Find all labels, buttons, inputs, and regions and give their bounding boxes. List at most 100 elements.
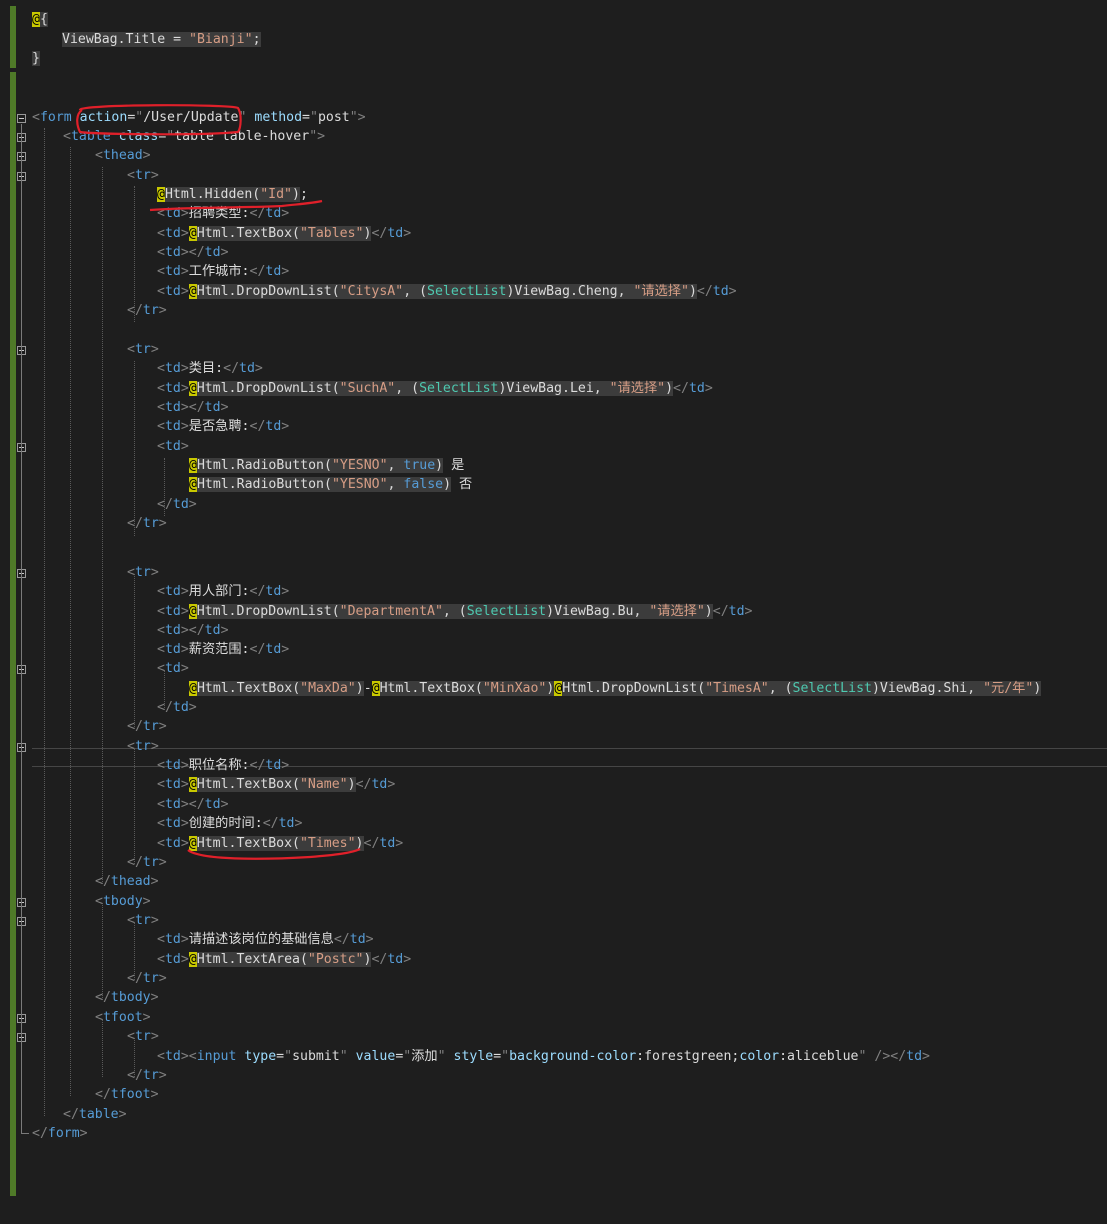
code-line[interactable]: <td></td> xyxy=(157,243,229,262)
indent-guide xyxy=(44,128,45,1116)
code-token: table table-hover xyxy=(174,129,310,144)
code-line[interactable]: <td>请描述该岗位的基础信息</td> xyxy=(157,930,374,949)
code-line[interactable]: </tr> xyxy=(127,969,167,988)
code-line[interactable]: <td>招聘类型:</td> xyxy=(157,204,289,223)
code-token: Html.RadioButton( xyxy=(196,477,332,492)
code-line[interactable]: <tr> xyxy=(127,340,159,359)
code-token: /></ xyxy=(874,1049,907,1064)
code-line[interactable]: <tr> xyxy=(127,737,159,756)
code-line[interactable]: <td>@Html.DropDownList("SuchA", (SelectL… xyxy=(157,379,713,398)
code-line[interactable]: <tr> xyxy=(127,563,159,582)
code-line[interactable]: <td>是否急聘:</td> xyxy=(157,417,289,436)
code-token: > xyxy=(180,264,189,279)
code-line[interactable]: </form> xyxy=(32,1124,88,1143)
code-line[interactable]: @Html.RadioButton("YESNO", true) 是 xyxy=(189,456,464,475)
code-line[interactable]: <tr> xyxy=(127,1027,159,1046)
code-line[interactable]: <td>工作城市:</td> xyxy=(157,262,289,281)
code-line[interactable]: @Html.Hidden("Id"); xyxy=(157,185,308,204)
code-token: color xyxy=(739,1049,780,1064)
code-token: > xyxy=(403,226,412,241)
code-token: td xyxy=(164,758,181,773)
code-token: td xyxy=(164,836,181,851)
code-token: @ xyxy=(188,604,197,619)
code-token: 是 xyxy=(443,458,465,473)
code-editor[interactable]: @{ ViewBag.Title = "Bianji";} <form action… xyxy=(0,0,1107,1224)
code-token: < xyxy=(157,226,165,241)
code-token: </ xyxy=(127,971,143,986)
code-line[interactable]: </tr> xyxy=(127,301,167,320)
code-token: td xyxy=(728,604,745,619)
code-line[interactable]: <td>@Html.TextBox("Times")</td> xyxy=(157,834,403,853)
code-line[interactable]: <td> xyxy=(157,659,189,678)
code-line[interactable]: <td>用人部门:</td> xyxy=(157,582,289,601)
code-line[interactable]: </table> xyxy=(63,1105,127,1124)
code-line[interactable]: <table class="table table-hover"> xyxy=(63,127,325,146)
collapse-region-icon[interactable] xyxy=(17,114,26,123)
code-line[interactable]: </tr> xyxy=(127,853,167,872)
code-token: td xyxy=(906,1049,923,1064)
code-line[interactable]: ViewBag.Title = "Bianji"; xyxy=(62,30,261,49)
code-line[interactable]: <td>创建的时间:</td> xyxy=(157,814,302,833)
code-token: > xyxy=(150,739,159,754)
code-line[interactable]: </tr> xyxy=(127,1066,167,1085)
code-line[interactable]: <td>@Html.DropDownList("CitysA", (Select… xyxy=(157,282,737,301)
code-token: < xyxy=(157,264,165,279)
code-token: </ xyxy=(63,1107,79,1122)
code-line[interactable]: <tfoot> xyxy=(95,1008,151,1027)
code-token: SelectList xyxy=(419,381,499,396)
code-token: < xyxy=(127,168,135,183)
code-line[interactable]: <td>@Html.TextBox("Tables")</td> xyxy=(157,224,411,243)
code-token: td xyxy=(265,264,282,279)
code-token: submit xyxy=(292,1049,340,1064)
code-line[interactable]: <td> xyxy=(157,437,189,456)
code-token: > xyxy=(158,303,167,318)
code-line[interactable]: <td>@Html.TextBox("Name")</td> xyxy=(157,775,395,794)
code-token: input xyxy=(196,1049,237,1064)
code-line[interactable]: @Html.TextBox("MaxDa")-@Html.TextBox("Mi… xyxy=(189,679,1042,698)
code-line[interactable]: @{ xyxy=(32,10,48,29)
code-line[interactable]: <thead> xyxy=(95,146,151,165)
code-token: " xyxy=(284,1049,293,1064)
code-token: ) xyxy=(665,381,674,396)
code-line[interactable]: <td>薪资范围:</td> xyxy=(157,640,289,659)
code-token: Html.TextBox( xyxy=(196,777,300,792)
code-token: td xyxy=(164,642,181,657)
code-token: )ViewBag.Bu, xyxy=(546,604,650,619)
code-token: td xyxy=(164,361,181,376)
code-token: < xyxy=(157,836,165,851)
code-line[interactable]: <td></td> xyxy=(157,398,229,417)
code-line[interactable]: @Html.RadioButton("YESNO", false) 否 xyxy=(189,475,472,494)
code-line[interactable]: <td>职位名称:</td> xyxy=(157,756,289,775)
code-token: background-color xyxy=(509,1049,637,1064)
code-token: > xyxy=(180,419,189,434)
code-line[interactable]: </thead> xyxy=(95,872,159,891)
code-token: 类目: xyxy=(188,361,224,376)
code-line[interactable]: </tbody> xyxy=(95,988,159,1007)
code-line[interactable]: <form action="/User/Update" method="post… xyxy=(32,108,366,127)
code-line[interactable]: <td>@Html.TextArea("Postc")</td> xyxy=(157,950,411,969)
code-line[interactable]: </td> xyxy=(157,698,197,717)
code-line[interactable]: </tfoot> xyxy=(95,1085,159,1104)
code-token: td xyxy=(265,419,282,434)
code-line[interactable]: <tr> xyxy=(127,166,159,185)
code-line[interactable]: </tr> xyxy=(127,717,167,736)
code-line[interactable]: <td></td> xyxy=(157,795,229,814)
code-token: > xyxy=(180,604,189,619)
code-line[interactable]: <td></td> xyxy=(157,621,229,640)
code-line[interactable]: <tbody> xyxy=(95,892,151,911)
code-line[interactable]: } xyxy=(32,49,40,68)
code-token: true xyxy=(403,458,436,473)
code-line[interactable]: <tr> xyxy=(127,911,159,930)
code-token: "请选择" xyxy=(633,284,689,299)
code-line[interactable]: </td> xyxy=(157,495,197,514)
code-line[interactable]: <td>@Html.DropDownList("DepartmentA", (S… xyxy=(157,602,752,621)
code-token: td xyxy=(164,816,181,831)
code-token: "MaxDa" xyxy=(300,681,356,696)
code-line[interactable]: <td>类目:</td> xyxy=(157,359,263,378)
code-line[interactable]: </tr> xyxy=(127,514,167,533)
code-token: " xyxy=(437,1049,446,1064)
code-token: :forestgreen; xyxy=(636,1049,740,1064)
code-token: Html.TextBox( xyxy=(196,836,300,851)
code-line[interactable]: <td><input type="submit" value="添加" styl… xyxy=(157,1047,930,1066)
